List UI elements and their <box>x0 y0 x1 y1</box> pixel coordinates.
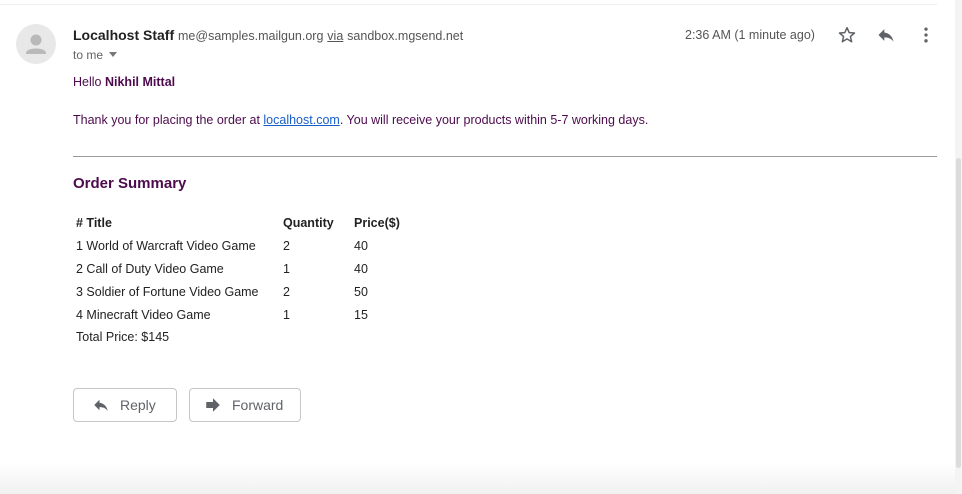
item-quantity: 1 <box>283 307 290 322</box>
more-options-button[interactable] <box>914 23 938 47</box>
star-icon <box>838 26 856 43</box>
message-timestamp: 2:36 AM (1 minute ago) <box>685 28 815 42</box>
table-row: 4 Minecraft Video Game 1 15 <box>73 303 417 326</box>
sender-name[interactable]: Localhost Staff <box>73 27 174 43</box>
forward-label: Forward <box>232 397 284 413</box>
column-header-price: Price($) <box>354 216 400 230</box>
forward-icon <box>204 396 222 414</box>
bottom-shadow <box>0 462 955 494</box>
intro-text: Thank you for placing the order at <box>73 113 264 127</box>
reply-header-button[interactable] <box>874 23 898 47</box>
customer-name: Nikhil Mittal <box>104 75 176 89</box>
greeting-line: Hello Nikhil Mittal <box>73 75 175 89</box>
column-header-quantity: Quantity <box>283 216 334 230</box>
sender-email: me@samples.mailgun.org <box>178 29 324 43</box>
column-header-title: # Title <box>76 216 112 230</box>
item-quantity: 1 <box>283 261 290 276</box>
item-quantity: 2 <box>283 284 290 299</box>
table-row: 2 Call of Duty Video Game 1 40 <box>73 257 417 280</box>
greeting: Hello <box>73 75 102 89</box>
item-quantity: 2 <box>283 238 290 253</box>
total-price: Total Price: $145 <box>76 330 170 344</box>
store-link[interactable]: localhost.com <box>263 113 339 127</box>
scrollbar-thumb[interactable] <box>956 158 961 468</box>
recipient-dropdown[interactable]: to me <box>73 48 118 62</box>
chevron-down-icon <box>109 52 118 57</box>
reply-label: Reply <box>120 397 156 413</box>
intro-paragraph: Thank you for placing the order at local… <box>73 113 648 127</box>
item-price: 40 <box>354 238 368 253</box>
order-summary-title: Order Summary <box>73 175 187 192</box>
reply-icon <box>878 29 894 42</box>
recipient-label: to me <box>73 48 104 62</box>
section-divider <box>73 156 937 157</box>
order-table: # Title Quantity Price($) 1 World of War… <box>73 212 417 326</box>
item-title: 4 Minecraft Video Game <box>76 307 211 322</box>
star-button[interactable] <box>835 23 859 47</box>
more-vert-icon <box>924 27 928 43</box>
item-price: 40 <box>354 261 368 276</box>
reply-button[interactable]: Reply <box>73 388 177 422</box>
item-price: 50 <box>354 284 368 299</box>
table-header-row: # Title Quantity Price($) <box>73 212 417 234</box>
item-title: 1 World of Warcraft Video Game <box>76 238 256 253</box>
item-price: 15 <box>354 307 368 322</box>
table-row: 3 Soldier of Fortune Video Game 2 50 <box>73 280 417 303</box>
via-domain: sandbox.mgsend.net <box>347 29 464 43</box>
scrollbar[interactable] <box>955 0 962 494</box>
forward-button[interactable]: Forward <box>189 388 301 422</box>
via-link[interactable]: via <box>327 29 343 43</box>
table-row: 1 World of Warcraft Video Game 2 40 <box>73 234 417 257</box>
sender-avatar[interactable] <box>16 24 56 64</box>
reply-icon <box>92 396 110 414</box>
item-title: 2 Call of Duty Video Game <box>76 261 224 276</box>
item-title: 3 Soldier of Fortune Video Game <box>76 284 259 299</box>
top-divider <box>0 4 937 5</box>
person-icon <box>26 34 46 54</box>
intro-text-end: . You will receive your products within … <box>339 113 649 127</box>
sender-line: Localhost Staff me@samples.mailgun.org v… <box>73 27 463 43</box>
